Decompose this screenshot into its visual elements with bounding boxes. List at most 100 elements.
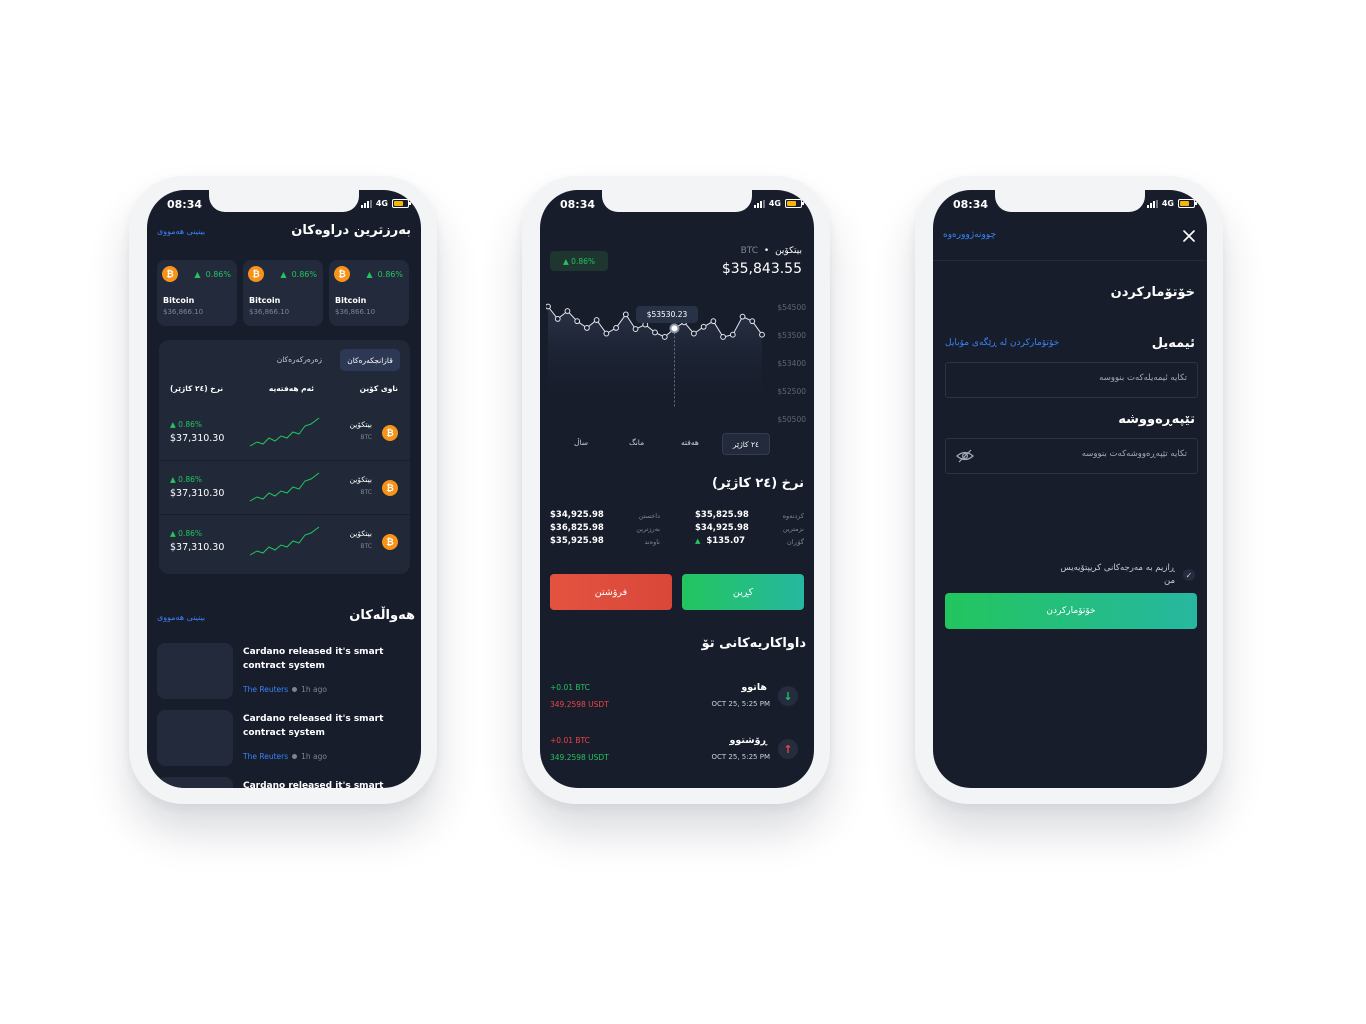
news-headline: Cardano released it's smart contract sys… [243, 647, 384, 671]
register-by-mobile-link[interactable]: خۆتۆمارکردن لە ڕێگەی مۆبایل [945, 338, 1059, 348]
network-type: 4G [375, 199, 388, 208]
period-year[interactable]: ساڵ [574, 438, 588, 447]
news-title: هەواڵەکان [349, 608, 415, 623]
news-item[interactable]: Cardano released it's smart contract sys… [157, 643, 417, 701]
period-week[interactable]: هەفتە [681, 438, 699, 447]
arrow-up-icon: ▲ [170, 529, 176, 538]
arrow-up-icon: ▲ [194, 270, 201, 279]
signal-icon [753, 199, 765, 208]
news-headline: Cardano released it's smart [243, 781, 384, 788]
chart-point[interactable] [710, 318, 717, 325]
table-row[interactable]: ▲ 0.86% $37,310.30 بیتکۆین BTC ₿ [159, 460, 410, 515]
register-button[interactable]: خۆتۆمارکردن [945, 593, 1197, 629]
email-field[interactable]: تکایە ئیمەیلەکەت بنووسە [945, 362, 1198, 398]
chart-point[interactable] [759, 331, 765, 338]
chart-point[interactable] [661, 334, 668, 340]
row-change: 0.86% [178, 475, 202, 484]
chart-point[interactable] [652, 329, 658, 336]
register-screen: 08:34 4G چوونەژوورەوە خۆتۆمارکردن ئیمەیل… [933, 190, 1207, 788]
coin-card-name: Bitcoin [335, 296, 367, 305]
check-icon: ✓ [1185, 570, 1193, 580]
chart-point[interactable] [564, 308, 571, 314]
period-24h[interactable]: ٢٤ کاژێر [722, 433, 770, 455]
password-label: تێپەڕەووشە [1118, 412, 1195, 427]
coin-card-price: $36,866.10 [163, 308, 204, 316]
chart-point-selected[interactable] [669, 323, 680, 334]
tab-gainers[interactable]: قازانجکەرەکان [340, 349, 400, 371]
news-item[interactable]: Cardano released it's smart [157, 777, 417, 788]
row-coin-name: بیتکۆین [349, 420, 372, 429]
chart-point[interactable] [546, 303, 551, 310]
coin-card[interactable]: ₿ ▲ 0.86% Bitcoin $36,866.10 [329, 260, 409, 326]
chart-point[interactable] [593, 317, 600, 323]
row-price: $37,310.30 [170, 488, 225, 499]
news-source: The Reuters [243, 685, 289, 694]
chart-point[interactable] [700, 323, 707, 330]
see-all-news-link[interactable]: بینینی هەمووی [157, 613, 205, 622]
chart-point[interactable] [691, 330, 697, 337]
signal-icon [360, 199, 372, 208]
status-time: 08:34 [167, 198, 203, 211]
buy-button[interactable]: کڕین [682, 574, 804, 610]
close-icon[interactable] [1183, 230, 1195, 242]
header-divider [933, 260, 1207, 261]
stat-change-label: گۆڕان [787, 538, 804, 546]
arrow-up-icon: ▲ [366, 270, 373, 279]
news-item[interactable]: Cardano released it's smart contract sys… [157, 710, 417, 768]
markets-screen: 08:34 4G بەرزترین دراوەکان بینینی هەمووی… [147, 190, 421, 788]
coin-card[interactable]: ₿ ▲ 0.86% Bitcoin $36,866.10 [157, 260, 237, 326]
news-thumbnail [157, 643, 233, 699]
stat-high-value: $36,825.98 [550, 523, 604, 533]
news-time: 1h ago [301, 685, 327, 694]
activity-date: OCT 25, 5:25 PM [711, 753, 770, 761]
change-badge: ▲ 0.86% [550, 251, 608, 271]
activity-usdt: 349.2598 USDT [550, 700, 609, 709]
row-coin-symbol: BTC [360, 543, 372, 550]
status-time: 08:34 [560, 198, 596, 211]
chart-point[interactable] [574, 318, 581, 325]
email-label: ئیمەیل [1151, 336, 1195, 351]
period-month[interactable]: مانگ [629, 438, 644, 447]
table-row[interactable]: ▲ 0.86% $37,310.30 بیتکۆین BTC ₿ [159, 514, 410, 569]
sell-button[interactable]: فرۆشتن [550, 574, 672, 610]
chart-point[interactable] [720, 334, 726, 340]
tab-losers[interactable]: زەرەرکەرەکان [277, 355, 322, 364]
login-link[interactable]: چوونەژوورەوە [943, 230, 996, 240]
chart-point[interactable] [729, 331, 736, 338]
chart-point[interactable] [584, 325, 590, 331]
coin-card-change: ▲ 0.86% [280, 270, 317, 279]
chart-point[interactable] [554, 316, 561, 322]
coin-card[interactable]: ₿ ▲ 0.86% Bitcoin $36,866.10 [243, 260, 323, 326]
eye-off-icon[interactable] [956, 449, 974, 463]
coin-card-change: ▲ 0.86% [194, 270, 231, 279]
y-tick-label: $53400 [777, 359, 806, 368]
row-coin-symbol: BTC [360, 434, 372, 441]
password-field[interactable]: تکایە تێپەڕەووشەکەت بنووسە [945, 438, 1198, 474]
chart-point[interactable] [622, 311, 629, 318]
stat-close-value: $34,925.98 [550, 510, 604, 520]
coin-card-name: Bitcoin [249, 296, 281, 305]
see-all-coins-link[interactable]: بینینی هەمووی [157, 227, 205, 236]
chart-point[interactable] [739, 313, 746, 320]
activity-type: هاتوو [741, 682, 767, 693]
row-price: $37,310.30 [170, 542, 225, 553]
row-coin-name: بیتکۆین [349, 475, 372, 484]
coin-symbol: BTC [740, 246, 759, 256]
stat-high-label: بەرزترین [636, 525, 660, 533]
header-this-week: ئەم هەفتەیە [268, 384, 314, 393]
chart-point[interactable] [749, 318, 756, 325]
chart-point[interactable] [603, 330, 610, 337]
coin-card-price: $36,866.10 [335, 308, 376, 316]
row-price: $37,310.30 [170, 433, 225, 444]
chart-point[interactable] [632, 326, 639, 332]
table-row[interactable]: ▲ 0.86% $37,310.30 بیتکۆین BTC ₿ [159, 406, 410, 460]
terms-checkbox[interactable]: ✓ [1183, 569, 1195, 581]
row-change: 0.86% [178, 420, 202, 429]
arrow-up-icon: ↑ [778, 739, 798, 759]
battery-icon [785, 199, 804, 208]
y-tick-label: $52500 [777, 387, 806, 396]
arrow-down-icon: ↓ [778, 686, 798, 706]
chart-point[interactable] [613, 325, 619, 331]
network-type: 4G [768, 199, 781, 208]
phone-notch [209, 190, 359, 212]
